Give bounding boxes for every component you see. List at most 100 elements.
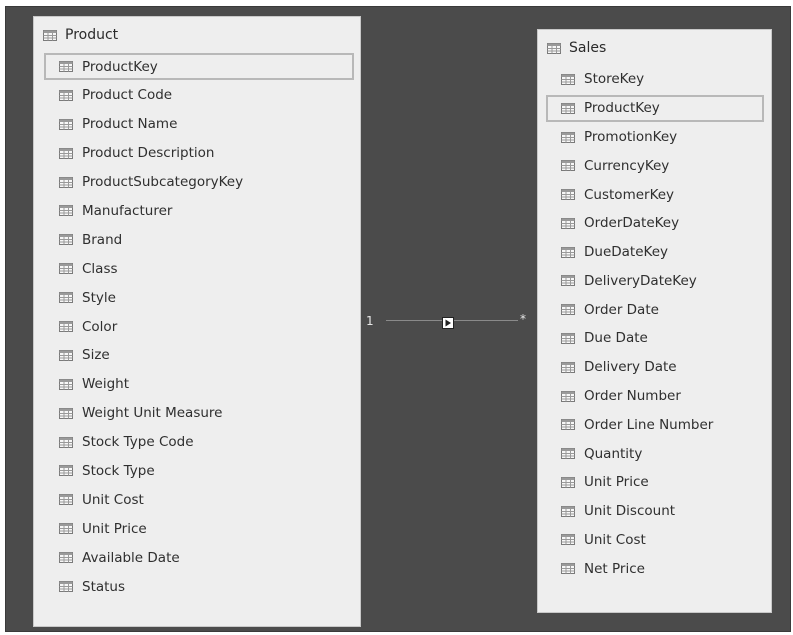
field-label: Order Number [584, 388, 681, 405]
column-icon [561, 476, 575, 488]
column-icon [59, 494, 73, 506]
field-sales-5[interactable]: OrderDateKey [546, 210, 764, 237]
field-product-7[interactable]: Class [44, 255, 354, 282]
field-product-8[interactable]: Style [44, 284, 354, 311]
field-product-10[interactable]: Size [44, 342, 354, 369]
field-label: Status [82, 578, 126, 595]
column-icon [561, 189, 575, 201]
field-label: Brand [82, 231, 123, 248]
field-sales-3[interactable]: CurrencyKey [546, 152, 764, 179]
field-product-3[interactable]: Product Description [44, 140, 354, 167]
column-icon [59, 321, 73, 333]
field-sales-2[interactable]: PromotionKey [546, 124, 764, 151]
column-icon [59, 147, 73, 159]
field-sales-17[interactable]: Net Price [546, 555, 764, 582]
table-header-sales[interactable]: Sales [538, 36, 771, 60]
field-product-12[interactable]: Weight Unit Measure [44, 400, 354, 427]
field-label: StoreKey [584, 71, 645, 88]
field-product-17[interactable]: Available Date [44, 544, 354, 571]
column-icon [561, 275, 575, 287]
field-sales-10[interactable]: Delivery Date [546, 354, 764, 381]
field-label: Net Price [584, 560, 645, 577]
field-label: Order Line Number [584, 416, 714, 433]
field-product-5[interactable]: Manufacturer [44, 197, 354, 224]
field-label: DueDateKey [584, 244, 668, 261]
field-product-6[interactable]: Brand [44, 226, 354, 253]
field-sales-13[interactable]: Quantity [546, 440, 764, 467]
field-sales-12[interactable]: Order Line Number [546, 411, 764, 438]
field-product-4[interactable]: ProductSubcategoryKey [44, 169, 354, 196]
table-title-sales: Sales [569, 40, 607, 56]
field-label: Unit Cost [82, 491, 144, 508]
column-icon [561, 246, 575, 258]
field-label: Class [82, 260, 118, 277]
field-label: Stock Type [82, 462, 155, 479]
field-list-sales: StoreKey ProductKey PromotionKey CurrencyKe… [538, 66, 771, 582]
column-icon [561, 505, 575, 517]
field-label: Style [82, 289, 116, 306]
field-product-0[interactable]: ProductKey [44, 53, 354, 80]
field-sales-7[interactable]: DeliveryDateKey [546, 267, 764, 294]
table-title-product: Product [65, 27, 119, 43]
field-sales-15[interactable]: Unit Discount [546, 498, 764, 525]
filter-direction-arrow-icon[interactable] [442, 314, 454, 329]
table-icon [547, 42, 561, 54]
field-label: PromotionKey [584, 129, 678, 145]
field-product-13[interactable]: Stock Type Code [44, 429, 354, 456]
field-label: OrderDateKey [584, 215, 680, 232]
field-label: Size [82, 347, 110, 364]
field-label: Unit Price [82, 520, 147, 537]
field-sales-4[interactable]: CustomerKey [546, 181, 764, 208]
column-icon [561, 448, 575, 460]
column-icon [59, 436, 73, 448]
field-product-11[interactable]: Weight [44, 371, 354, 398]
field-sales-0[interactable]: StoreKey [546, 66, 764, 93]
column-icon [59, 176, 73, 188]
column-icon [59, 263, 73, 275]
field-product-14[interactable]: Stock Type [44, 457, 354, 484]
column-icon [59, 118, 73, 130]
field-product-9[interactable]: Color [44, 313, 354, 340]
field-label: Manufacturer [82, 202, 173, 219]
column-icon [561, 332, 575, 344]
field-label: ProductSubcategoryKey [82, 174, 244, 191]
field-product-1[interactable]: Product Code [44, 82, 354, 109]
field-label: Unit Discount [584, 503, 676, 520]
column-icon [561, 217, 575, 229]
column-icon [59, 407, 73, 419]
field-label: Quantity [584, 445, 643, 462]
column-icon [59, 234, 73, 246]
column-icon [59, 205, 73, 217]
field-label: DeliveryDateKey [584, 272, 697, 289]
table-card-product[interactable]: Product ProductKey Product Code Product Na… [33, 16, 361, 627]
column-icon [561, 361, 575, 373]
field-sales-6[interactable]: DueDateKey [546, 239, 764, 266]
field-sales-11[interactable]: Order Number [546, 383, 764, 410]
column-icon [59, 349, 73, 361]
field-product-2[interactable]: Product Name [44, 111, 354, 138]
field-product-16[interactable]: Unit Price [44, 515, 354, 542]
field-product-18[interactable]: Status [44, 573, 354, 600]
column-icon [59, 581, 73, 593]
field-label: Product Code [82, 87, 173, 104]
field-sales-9[interactable]: Due Date [546, 325, 764, 352]
column-icon [59, 552, 73, 564]
field-sales-16[interactable]: Unit Cost [546, 527, 764, 554]
field-sales-14[interactable]: Unit Price [546, 469, 764, 496]
field-label: Product Name [82, 116, 178, 133]
column-icon [561, 563, 575, 575]
relationship-many-label: * [520, 312, 526, 326]
table-card-sales[interactable]: Sales StoreKey ProductKey PromotionKey Curr… [537, 29, 772, 613]
field-label: Delivery Date [584, 359, 677, 376]
field-label: Available Date [82, 549, 180, 566]
field-product-15[interactable]: Unit Cost [44, 486, 354, 513]
field-label: ProductKey [584, 100, 660, 117]
table-header-product[interactable]: Product [34, 23, 360, 47]
column-icon [561, 160, 575, 172]
field-sales-8[interactable]: Order Date [546, 296, 764, 323]
column-icon [561, 73, 575, 85]
column-icon [561, 304, 575, 316]
column-icon [59, 523, 73, 535]
field-sales-1[interactable]: ProductKey [546, 94, 764, 122]
field-label: Weight Unit Measure [82, 405, 223, 422]
